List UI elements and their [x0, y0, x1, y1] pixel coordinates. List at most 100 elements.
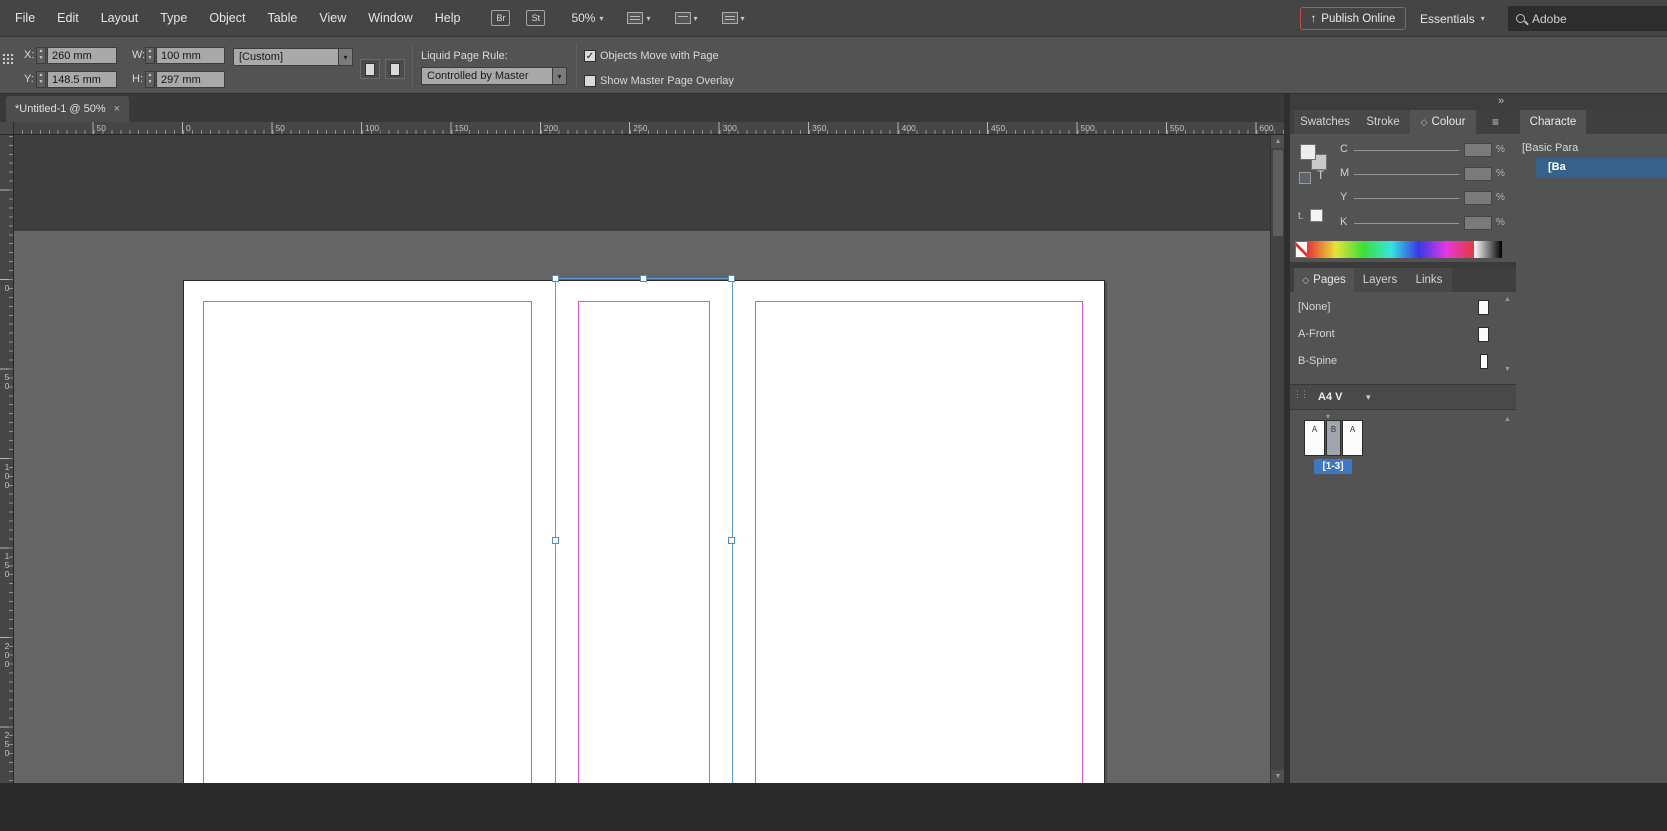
master-row-a-front[interactable]: A-Front: [1290, 323, 1516, 348]
zoom-level-dropdown[interactable]: 50% ▾: [571, 11, 603, 25]
arrange-documents-button[interactable]: ▾: [721, 12, 745, 24]
tab-label: Characte: [1529, 116, 1577, 128]
selection-handle-top-center[interactable]: [640, 275, 647, 282]
stock-button[interactable]: St: [526, 10, 546, 26]
h-input[interactable]: [156, 71, 225, 88]
page-thumbnail-3[interactable]: A: [1342, 420, 1363, 456]
collapse-panels-icon[interactable]: »: [1498, 95, 1504, 107]
selection-handle-top-left[interactable]: [552, 275, 559, 282]
master-label: B-Spine: [1298, 355, 1338, 367]
selection-handle-mid-left[interactable]: [552, 537, 559, 544]
y-input[interactable]: [47, 71, 117, 88]
menu-edit[interactable]: Edit: [46, 0, 90, 36]
objects-move-checkbox[interactable]: ✓: [584, 50, 596, 62]
selection-handle-top-right[interactable]: [728, 275, 735, 282]
vertical-ruler[interactable]: 0 50 100 150 200 250: [0, 135, 14, 783]
vertical-scrollbar[interactable]: ▲ ▼: [1270, 135, 1284, 783]
canvas[interactable]: ▲ ▼: [14, 135, 1284, 783]
page-thumbnail-1[interactable]: A: [1304, 420, 1325, 456]
character-tab-row: Characte: [1516, 110, 1667, 134]
grip-icon: ⋮⋮: [1293, 389, 1309, 399]
color-spectrum-ramp[interactable]: [1308, 241, 1474, 258]
menu-layout[interactable]: Layout: [90, 0, 150, 36]
reference-point-proxy[interactable]: [2, 53, 14, 65]
layout-adjustment-button[interactable]: [385, 59, 405, 79]
view-options-button[interactable]: ▾: [627, 12, 651, 24]
x-input[interactable]: [47, 47, 117, 64]
close-icon[interactable]: ×: [114, 103, 120, 115]
channel-k-slider[interactable]: [1354, 223, 1459, 224]
scroll-down-icon[interactable]: ▼: [1271, 770, 1284, 783]
x-stepper[interactable]: ▲ ▼: [36, 47, 46, 64]
adobe-search-box[interactable]: Adobe: [1508, 6, 1667, 31]
panel-menu-icon[interactable]: ≡: [1492, 114, 1499, 130]
liquid-page-rule-dropdown[interactable]: Controlled by Master ▾: [421, 67, 567, 85]
w-stepper[interactable]: ▲ ▼: [145, 47, 155, 64]
divider: [576, 43, 577, 89]
selected-frame[interactable]: [555, 278, 733, 783]
pasteboard-outer-area[interactable]: [14, 135, 1284, 231]
horizontal-ruler[interactable]: 50 0 50 100 150 200 250 300 350 400 450 500 550 600: [14, 122, 1284, 135]
menu-view[interactable]: View: [308, 0, 357, 36]
channel-k-value[interactable]: [1464, 216, 1492, 230]
tab-links[interactable]: Links: [1406, 268, 1452, 292]
menu-table[interactable]: Table: [256, 0, 308, 36]
screen-mode-button[interactable]: ▾: [674, 12, 698, 24]
h-ruler-label: 550: [1169, 123, 1185, 133]
selected-style-row[interactable]: [Ba: [1536, 158, 1667, 178]
chevron-down-icon: ▾: [1480, 14, 1485, 23]
channel-y-slider[interactable]: [1354, 198, 1459, 199]
tab-character[interactable]: Characte: [1520, 110, 1586, 134]
h-stepper[interactable]: ▲ ▼: [145, 71, 155, 88]
tab-label: Layers: [1362, 274, 1398, 286]
page-range-label[interactable]: [1-3]: [1314, 459, 1352, 474]
formatting-affects-container-icon[interactable]: [1299, 172, 1311, 184]
scroll-down-icon[interactable]: ▼: [1504, 366, 1511, 373]
page-size-preset-dropdown[interactable]: [Custom] ▾: [233, 48, 353, 66]
document-tab[interactable]: *Untitled-1 @ 50% ×: [6, 96, 130, 122]
menu-help[interactable]: Help: [424, 0, 472, 36]
page-size-row[interactable]: ⋮⋮ A4 V ▾: [1290, 384, 1516, 410]
channel-c-slider[interactable]: [1354, 150, 1459, 151]
master-row-none[interactable]: [None]: [1290, 296, 1516, 321]
formatting-affects-text-icon[interactable]: T: [1317, 168, 1324, 182]
workspace-switcher[interactable]: Essentials ▾: [1420, 7, 1485, 30]
channel-m-value[interactable]: [1464, 167, 1492, 181]
tab-stroke[interactable]: Stroke: [1356, 110, 1410, 134]
y-stepper[interactable]: ▲ ▼: [36, 71, 46, 88]
last-color-swatch[interactable]: [1310, 209, 1323, 222]
show-master-overlay-checkbox[interactable]: [584, 75, 596, 87]
v-ruler-label: 50: [2, 372, 12, 391]
menu-file[interactable]: File: [4, 0, 46, 36]
w-input[interactable]: [156, 47, 225, 64]
menu-window[interactable]: Window: [357, 0, 423, 36]
control-panel: X: ▲▼ Y: ▲▼ W: ▲▼ H: ▲▼ [Custom] ▾ Liqui…: [0, 36, 1667, 94]
scroll-up-icon[interactable]: ▲: [1504, 416, 1511, 423]
master-row-b-spine[interactable]: B-Spine: [1290, 350, 1516, 375]
none-swatch[interactable]: [1295, 241, 1308, 258]
tab-colour[interactable]: ◇ Colour: [1410, 110, 1476, 134]
panel-cycle-icon: ◇: [1420, 116, 1428, 127]
page-thumbnail-2[interactable]: B: [1326, 420, 1341, 456]
tab-swatches[interactable]: Swatches: [1294, 110, 1356, 134]
edit-page-size-button[interactable]: [360, 59, 380, 79]
scroll-up-icon[interactable]: ▲: [1504, 296, 1511, 303]
h-ruler-label: 50: [96, 123, 107, 133]
menu-object[interactable]: Object: [198, 0, 256, 36]
bridge-button[interactable]: Br: [491, 10, 511, 26]
channel-y-value[interactable]: [1464, 191, 1492, 205]
channel-m-slider[interactable]: [1354, 174, 1459, 175]
tab-pages[interactable]: ◇ Pages: [1294, 268, 1354, 292]
fill-proxy[interactable]: [1300, 144, 1316, 160]
channel-y-label: Y: [1340, 191, 1348, 203]
selection-handle-mid-right[interactable]: [728, 537, 735, 544]
channel-c-value[interactable]: [1464, 143, 1492, 157]
chevron-down-icon: ▾: [338, 49, 352, 65]
ruler-corner[interactable]: [0, 122, 14, 135]
grayscale-ramp[interactable]: [1474, 241, 1502, 258]
tab-layers[interactable]: Layers: [1354, 268, 1406, 292]
publish-online-button[interactable]: ↑ Publish Online: [1300, 7, 1406, 30]
scrollbar-thumb[interactable]: [1273, 150, 1283, 236]
menu-type[interactable]: Type: [149, 0, 198, 36]
scroll-up-icon[interactable]: ▲: [1271, 135, 1284, 148]
